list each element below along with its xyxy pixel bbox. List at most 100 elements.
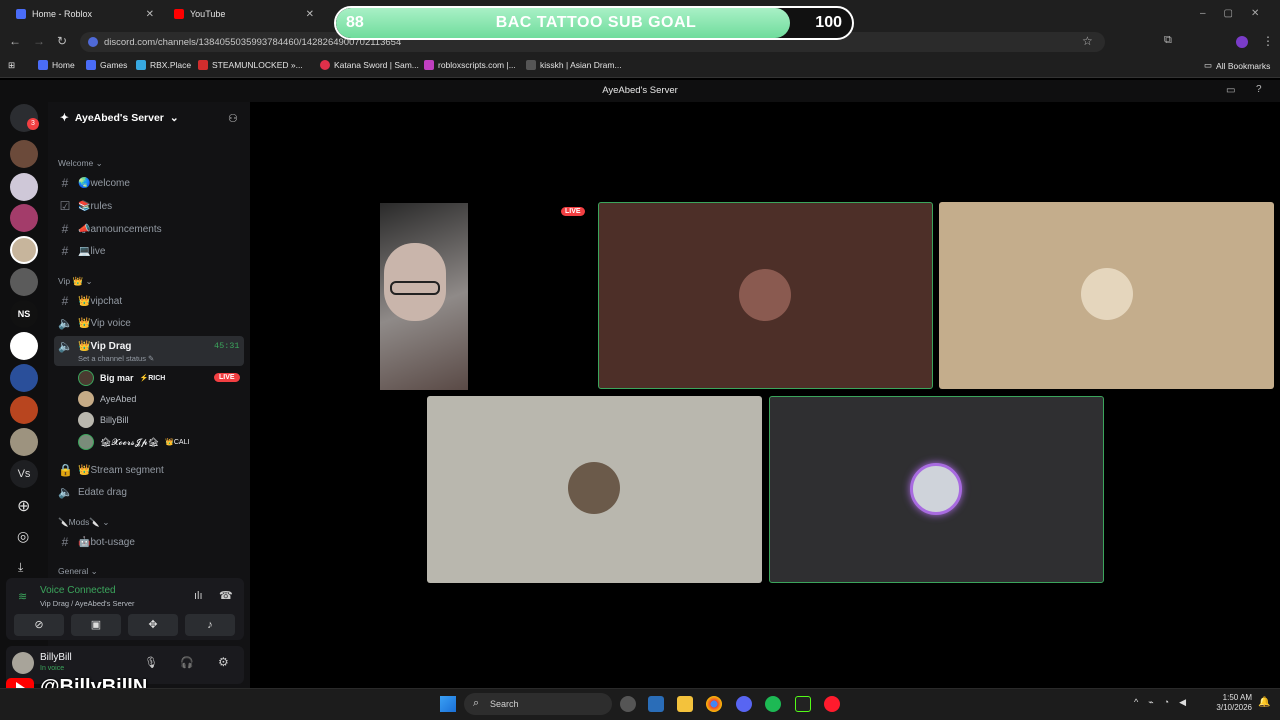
notification-badge: 3 — [27, 118, 39, 130]
channel-vipchat[interactable]: # 👑vipchat — [58, 294, 122, 308]
all-bookmarks[interactable]: ▭ All Bookmarks — [1204, 60, 1270, 71]
channel-edate-drag[interactable]: 🔈 Edate drag — [58, 485, 127, 499]
category-vip[interactable]: Vip 👑 ⌄ — [58, 276, 93, 287]
task-view-icon[interactable] — [620, 696, 636, 712]
server-icon-active[interactable] — [10, 236, 38, 264]
katana-icon — [320, 60, 330, 70]
start-icon[interactable] — [440, 696, 456, 712]
bookmark-item[interactable]: kisskh | Asian Dram... — [526, 60, 622, 70]
bookmark-item[interactable]: RBX.Place — [136, 60, 191, 70]
voice-member[interactable]: Big mar ⚡RICH — [78, 370, 165, 386]
noise-suppression-icon[interactable]: ılı — [194, 590, 203, 602]
forward-icon[interactable]: → — [33, 34, 45, 48]
server-header[interactable]: ✦ AyeAbed's Server ⌄ — [60, 112, 179, 124]
add-server-icon[interactable]: ⊕ — [17, 496, 30, 516]
camera-off-button[interactable]: ⊘ — [14, 614, 64, 636]
taskbar-search[interactable]: ⌕ Search — [464, 693, 612, 715]
server-icon[interactable] — [10, 396, 38, 424]
voice-member[interactable]: 🏚𝓧𝓸𝓮𝓻𝓼𝓙𝓹🏚 👑CALI — [78, 434, 189, 450]
activities-button[interactable]: ✥ — [128, 614, 178, 636]
channel-announcements[interactable]: # 📣announcements — [58, 222, 162, 236]
kisskh-icon — [526, 60, 536, 70]
avatar — [78, 370, 94, 386]
reload-icon[interactable]: ↻ — [57, 34, 67, 48]
close-icon[interactable]: ✕ — [306, 9, 314, 20]
participant-tile-ayeabed[interactable] — [939, 202, 1274, 389]
channel-rules[interactable]: ☑ 📚rules — [58, 199, 113, 213]
participant-tile-big-mar[interactable] — [598, 202, 933, 389]
category-mods[interactable]: 🔪Mods🔪 ⌄ — [58, 517, 109, 528]
file-explorer-icon[interactable] — [677, 696, 693, 712]
server-icon[interactable] — [10, 364, 38, 392]
youtube-icon — [174, 9, 184, 19]
server-icon-ns[interactable]: NS — [10, 300, 38, 328]
notification-bell-icon[interactable]: 🔔 — [1258, 697, 1270, 708]
stream-video[interactable] — [380, 203, 468, 390]
channel-bot-usage[interactable]: # 🤖bot-usage — [58, 535, 135, 549]
channel-vip-drag-label: 🔈 👑Vip Drag — [58, 339, 132, 353]
tab-youtube[interactable]: YouTube ✕ — [166, 4, 322, 24]
screen-share-button[interactable]: ▣ — [71, 614, 121, 636]
headphones-icon[interactable]: 🎧 — [180, 656, 194, 669]
window-controls[interactable]: –▢✕ — [1200, 8, 1277, 19]
menu-icon[interactable]: ⋮ — [1262, 34, 1274, 48]
profile-avatar[interactable] — [1236, 36, 1248, 48]
stream-live-badge: LIVE — [561, 207, 585, 216]
roblox-icon — [38, 60, 48, 70]
settings-gear-icon[interactable]: ⚙ — [218, 655, 229, 669]
channel-welcome[interactable]: # 🌏welcome — [58, 176, 130, 190]
bookmark-star-icon[interactable]: ☆ — [1082, 34, 1093, 48]
apps-icon[interactable]: ⊞ — [8, 60, 15, 71]
discord-icon[interactable] — [736, 696, 752, 712]
bookmark-item[interactable]: Katana Sword | Sam... — [320, 60, 419, 70]
participant-tile-xoers[interactable] — [769, 396, 1104, 583]
channel-stream-segment[interactable]: 🔒 👑Stream segment — [58, 463, 164, 477]
avatar[interactable] — [12, 652, 34, 674]
soundboard-button[interactable]: ♪ — [185, 614, 235, 636]
microphone-icon[interactable]: 🎙 — [144, 656, 158, 669]
inbox-icon[interactable]: ▭ — [1226, 85, 1235, 96]
category-welcome[interactable]: Welcome ⌄ — [58, 158, 103, 169]
system-tray-icons[interactable]: ^⌁◔◀ — [1134, 697, 1196, 708]
help-icon[interactable]: ? — [1256, 84, 1262, 95]
server-icon-vs[interactable]: Vs — [10, 460, 38, 488]
bookmark-item[interactable]: robloxscripts.com |... — [424, 60, 516, 70]
voice-member[interactable]: BillyBill — [78, 412, 129, 428]
video-stage — [250, 102, 1280, 688]
spotify-icon[interactable] — [765, 696, 781, 712]
invite-icon[interactable]: ⚇ — [228, 112, 238, 125]
close-icon[interactable]: ✕ — [146, 9, 154, 20]
bookmark-item[interactable]: Home — [38, 60, 75, 70]
app-icon[interactable] — [795, 696, 811, 712]
download-icon[interactable]: ⤓ — [18, 560, 23, 575]
server-icon[interactable] — [10, 173, 38, 201]
server-icon[interactable] — [10, 140, 38, 168]
taskbar-clock[interactable]: 1:50 AM 3/10/2026 — [1212, 693, 1252, 713]
voice-status[interactable]: Voice Connected — [40, 585, 116, 596]
participant-tile-billybill[interactable] — [427, 396, 762, 583]
discover-icon[interactable]: ◎ — [17, 528, 29, 545]
voice-location[interactable]: Vip Drag / AyeAbed's Server — [40, 599, 135, 608]
server-icon[interactable] — [10, 268, 38, 296]
disconnect-icon[interactable]: ☎ — [219, 589, 233, 602]
bookmark-item[interactable]: STEAMUNLOCKED »... — [198, 60, 303, 70]
username: BillyBill — [40, 652, 72, 663]
channel-vip-voice[interactable]: 🔈 👑Vip voice — [58, 316, 131, 330]
opera-icon[interactable] — [824, 696, 840, 712]
back-icon[interactable]: ← — [9, 34, 21, 48]
server-icon[interactable] — [10, 428, 38, 456]
server-icon[interactable] — [10, 204, 38, 232]
server-icon[interactable] — [10, 332, 38, 360]
site-info-icon[interactable] — [88, 37, 98, 47]
bookmark-item[interactable]: Games — [86, 60, 127, 70]
category-general[interactable]: General ⌄ — [58, 566, 98, 577]
app-icon[interactable] — [648, 696, 664, 712]
voice-member[interactable]: AyeAbed — [78, 391, 136, 407]
tab-roblox[interactable]: Home - Roblox ✕ — [8, 4, 162, 24]
extensions-icon[interactable]: ⧉ — [1164, 34, 1172, 47]
voice-timer: 45:31 — [214, 341, 240, 351]
channel-status[interactable]: Set a channel status ✎ — [78, 354, 154, 363]
folder-icon: ▭ — [1204, 60, 1213, 70]
channel-live[interactable]: # 💻live — [58, 244, 106, 258]
chrome-icon[interactable] — [706, 696, 722, 712]
